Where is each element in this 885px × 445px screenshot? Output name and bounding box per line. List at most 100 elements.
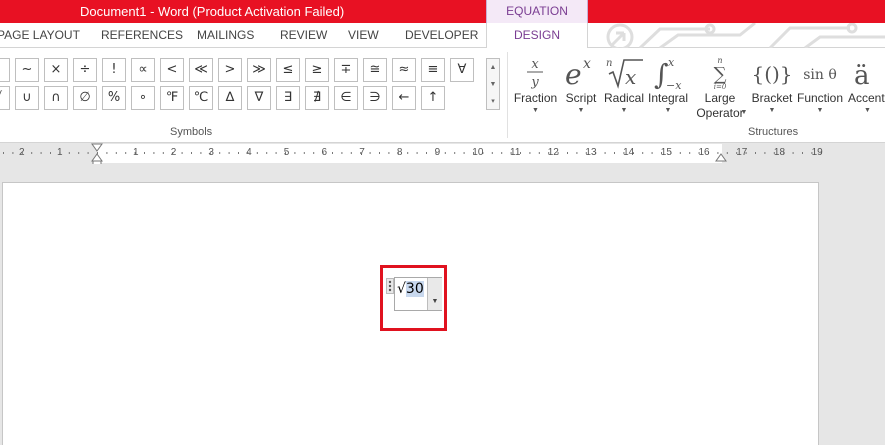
equation-content[interactable]: √30 (397, 281, 424, 297)
symbol-button[interactable]: ∈ (334, 86, 358, 110)
symbol-button[interactable]: ∘ (131, 86, 155, 110)
ruler-number: 19 (811, 147, 823, 158)
radical-symbol: √ (397, 281, 406, 297)
chevron-down-icon: ▼ (816, 107, 824, 114)
svg-text:sin θ: sin θ (803, 67, 837, 83)
large-operator-button[interactable]: n ∑ i=0 Large Operator ▼ (692, 48, 748, 128)
ruler-number: 17 (736, 147, 748, 158)
svg-text:x: x (625, 65, 636, 89)
symbol-button[interactable]: < (160, 58, 184, 82)
equation-drag-handle[interactable] (386, 278, 394, 294)
tab-view[interactable]: VIEW (348, 28, 379, 42)
tab-developer[interactable]: DEVELOPER (405, 28, 478, 42)
symbol-button[interactable]: > (218, 58, 242, 82)
symbol-button[interactable]: ≤ (276, 58, 300, 82)
structures-group-label: Structures (748, 126, 799, 138)
svg-text:∑: ∑ (714, 64, 727, 85)
chevron-down-icon: ▼ (864, 107, 871, 114)
symbols-gallery-scroll[interactable]: ▲ ▼ ▾ (486, 58, 500, 110)
symbol-button[interactable]: ∇ (247, 86, 271, 110)
symbol-button[interactable]: ← (392, 86, 416, 110)
symbol-button[interactable]: ℃ (189, 86, 213, 110)
symbol-button[interactable]: ∅ (73, 86, 97, 110)
symbol-button[interactable]: ≅ (363, 58, 387, 82)
ribbon: |~×÷!∝<≪>≫≤≥∓≅≈≡∀∜∪∩∅%∘℉℃∆∇∃∄∈∋←↑ ▲ ▼ ▾ … (0, 47, 885, 143)
function-icon: sin θ (795, 54, 845, 90)
symbol-button[interactable]: ∋ (363, 86, 387, 110)
scroll-up-icon[interactable]: ▲ (487, 59, 499, 76)
symbol-button[interactable]: ≡ (421, 58, 445, 82)
ruler-number: 2 (170, 147, 177, 158)
tab-page-layout[interactable]: PAGE LAYOUT (0, 28, 80, 42)
symbol-button[interactable]: ↑ (421, 86, 445, 110)
tab-references[interactable]: REFERENCES (101, 28, 183, 42)
function-button[interactable]: sin θ Function ▼ (795, 48, 845, 128)
bracket-icon: {()} (750, 54, 794, 90)
fraction-icon: x y (513, 54, 558, 90)
symbol-button[interactable]: ÷ (73, 58, 97, 82)
symbol-button[interactable]: ∄ (305, 86, 329, 110)
tab-design[interactable]: DESIGN (486, 23, 588, 48)
ruler-number: 8 (396, 147, 403, 158)
chevron-down-icon: ▼ (768, 107, 776, 114)
equation-options-button[interactable]: ▼ (427, 278, 442, 310)
chevron-down-icon: ▼ (620, 107, 628, 114)
scroll-down-icon[interactable]: ▼ (487, 76, 499, 93)
ruler-number: 12 (547, 147, 559, 158)
symbol-button[interactable]: ∃ (276, 86, 300, 110)
ruler-number: 14 (623, 147, 635, 158)
ruler-number: 1 (57, 147, 63, 158)
symbol-button[interactable]: ~ (15, 58, 39, 82)
symbol-button[interactable]: ∆ (218, 86, 242, 110)
more-symbols-icon[interactable]: ▾ (487, 93, 499, 110)
horizontal-ruler[interactable]: 2 1 1 2 3 4 5 6 7 8 9 10 11 12 13 14 15 16 17 18 19 (0, 143, 885, 166)
ruler-number: 10 (472, 147, 484, 158)
symbol-button[interactable]: ! (102, 58, 126, 82)
ruler-number: 13 (585, 147, 597, 158)
script-icon: e x (563, 54, 599, 91)
tab-mailings[interactable]: MAILINGS (197, 28, 254, 42)
symbol-button[interactable]: ∝ (131, 58, 155, 82)
symbol-button[interactable]: ∪ (15, 86, 39, 110)
symbol-button[interactable]: % (102, 86, 126, 110)
accent-icon: ä (846, 54, 885, 91)
chevron-down-icon: ▼ (740, 109, 748, 116)
script-button[interactable]: e x Script ▼ (563, 48, 599, 128)
symbol-button[interactable]: ≫ (247, 58, 271, 82)
symbol-button[interactable]: ≪ (189, 58, 213, 82)
symbol-button[interactable]: ≈ (392, 58, 416, 82)
bracket-button[interactable]: {()} Bracket ▼ (750, 48, 794, 128)
symbols-gallery: |~×÷!∝<≪>≫≤≥∓≅≈≡∀ ∜∪∩∅%∘℉℃∆∇∃∄∈∋←↑ (0, 58, 486, 110)
ruler-number: 16 (698, 147, 710, 158)
ruler-number: 4 (246, 147, 252, 158)
fraction-button[interactable]: x y Fraction ▼ (513, 48, 558, 128)
chevron-down-icon: ▼ (577, 107, 585, 114)
svg-text:−x: −x (666, 79, 682, 90)
ruler-number: 5 (283, 147, 290, 158)
ruler-number: 18 (773, 147, 786, 158)
accent-button[interactable]: ä Accent ▼ (846, 48, 885, 128)
ruler-number: 11 (510, 147, 521, 158)
equation-editor[interactable]: √30 ▼ (394, 277, 442, 311)
radical-button[interactable]: n x Radical ▼ (603, 48, 645, 128)
radicand-selected[interactable]: 30 (405, 281, 424, 297)
ruler-number: 9 (434, 147, 441, 158)
symbols-group-label: Symbols (170, 126, 213, 138)
symbol-button[interactable]: ℉ (160, 86, 184, 110)
symbol-button[interactable]: ∀ (450, 58, 474, 82)
ruler-number: 7 (359, 147, 365, 158)
symbol-button[interactable]: ≥ (305, 58, 329, 82)
symbol-button[interactable]: × (44, 58, 68, 82)
title-bar: Document1 - Word (Product Activation Fai… (0, 0, 885, 23)
symbol-button[interactable]: ∩ (44, 86, 68, 110)
symbol-button[interactable]: | (0, 58, 10, 82)
symbol-button[interactable]: ∓ (334, 58, 358, 82)
ruler-number: 6 (321, 147, 328, 158)
circuit-decoration-icon (606, 23, 885, 48)
radical-icon: n x (603, 54, 645, 90)
tab-review[interactable]: REVIEW (280, 28, 327, 42)
symbol-button[interactable]: ∜ (0, 86, 10, 110)
equation-tools-header: EQUATION TOOLS (486, 0, 588, 41)
integral-button[interactable]: ∫ x −x Integral ▼ (646, 48, 690, 128)
integral-icon: ∫ x −x (646, 54, 690, 92)
